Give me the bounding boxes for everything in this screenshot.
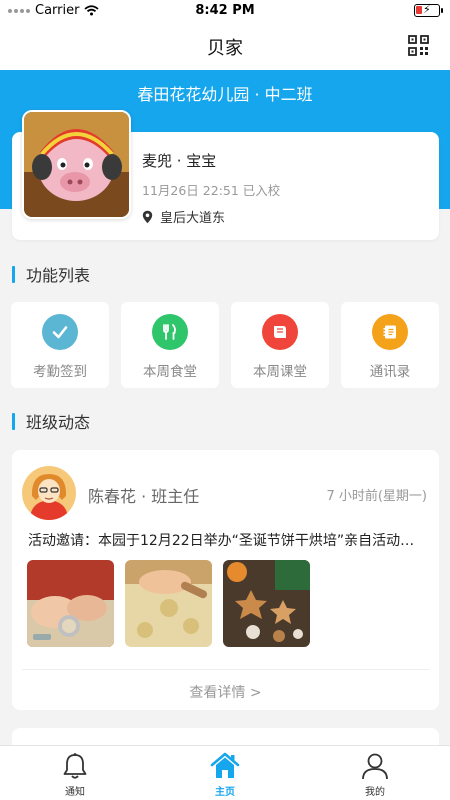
child-location: 皇后大道东 — [142, 207, 225, 226]
section-title: 班级动态 — [26, 413, 91, 432]
section-accent-bar — [12, 412, 15, 430]
tab-notifications[interactable]: 通知 — [30, 752, 120, 798]
contacts-book-icon — [372, 314, 408, 350]
tab-bar: 通知 主页 我的 — [0, 745, 450, 800]
child-avatar — [22, 110, 131, 219]
post-photo[interactable] — [125, 560, 212, 647]
post-author: 陈春花 · 班主任 — [88, 487, 200, 506]
tab-profile[interactable]: 我的 — [330, 752, 420, 798]
feature-contacts[interactable]: 通讯录 — [341, 302, 439, 388]
home-icon — [210, 752, 240, 778]
post-photo[interactable] — [27, 560, 114, 647]
bell-icon — [63, 753, 87, 779]
nav-bar: 贝家 — [0, 22, 450, 70]
book-icon — [262, 314, 298, 350]
qr-code-icon[interactable] — [408, 35, 429, 56]
feature-label: 通讯录 — [369, 364, 411, 380]
tab-label: 主页 — [215, 787, 235, 798]
post-card[interactable]: 陈春花 · 班主任 7 小时前(星期一) 活动邀请：本园于12月22日举办“圣诞… — [12, 450, 439, 710]
view-details-link[interactable]: 查看详情 > — [12, 682, 439, 702]
tab-home[interactable]: 主页 — [180, 752, 270, 798]
child-card[interactable]: 麦兜 · 宝宝 11月26日 22:51 已入校 皇后大道东 — [12, 110, 439, 240]
post-photo[interactable] — [223, 560, 310, 647]
features-header: 功能列表 — [12, 262, 90, 286]
tab-label: 通知 — [65, 787, 85, 798]
feature-attendance[interactable]: 考勤签到 — [11, 302, 109, 388]
fork-knife-icon — [152, 314, 188, 350]
post-time: 7 小时前(星期一) — [326, 489, 427, 504]
person-icon — [362, 753, 388, 780]
post-text: 活动邀请：本园于12月22日举办“圣诞节饼干烘培”亲自活动… — [28, 533, 415, 549]
feature-label: 本周课堂 — [253, 364, 307, 380]
status-bar: Carrier 8:42 PM ⚡ — [0, 0, 450, 22]
location-label: 皇后大道东 — [160, 211, 226, 226]
feature-label: 本周食堂 — [143, 364, 197, 380]
feature-classroom[interactable]: 本周课堂 — [231, 302, 329, 388]
location-pin-icon — [142, 210, 153, 223]
section-accent-bar — [12, 265, 15, 283]
battery-icon: ⚡ — [414, 3, 443, 17]
class-title: 春田花花幼儿园 · 中二班 — [137, 85, 313, 104]
feature-canteen[interactable]: 本周食堂 — [121, 302, 219, 388]
child-name: 麦兜 · 宝宝 — [142, 152, 217, 170]
checkmark-icon — [42, 314, 78, 350]
clock: 8:42 PM — [195, 3, 255, 18]
section-title: 功能列表 — [26, 266, 91, 285]
page-title: 贝家 — [207, 38, 243, 59]
feature-label: 考勤签到 — [33, 364, 87, 380]
feed-header: 班级动态 — [12, 409, 90, 433]
divider — [22, 669, 429, 670]
tab-label: 我的 — [365, 787, 385, 798]
teacher-avatar — [22, 466, 76, 520]
checkin-status: 11月26日 22:51 已入校 — [142, 183, 281, 198]
